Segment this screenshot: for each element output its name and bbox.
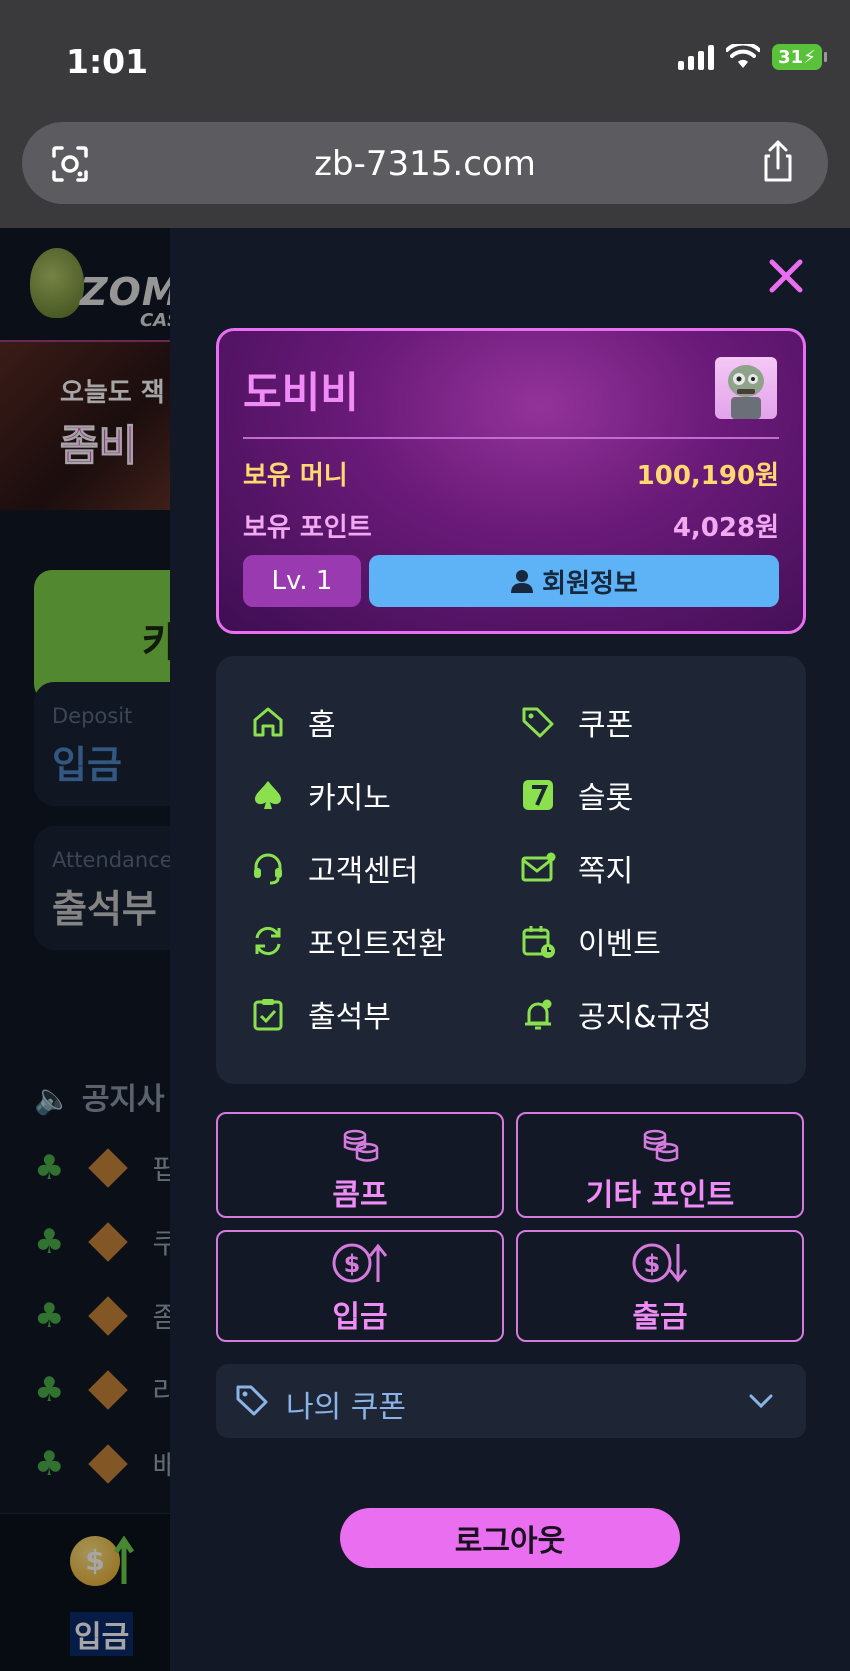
- zombie-avatar-icon: [728, 365, 764, 419]
- user-icon: [511, 570, 534, 593]
- profile-card: 도비비 보유 머니 100,190원 보유 포인트 4,028원 Lv. 1 회…: [216, 328, 806, 634]
- points-value: 4,028원: [672, 513, 779, 543]
- coins-icon: [643, 1129, 679, 1162]
- chevron-down-icon: [749, 1394, 773, 1409]
- comp-label: 콤프: [332, 1178, 388, 1213]
- other-points-button[interactable]: 기타 포인트: [516, 1112, 804, 1218]
- member-info-button[interactable]: 회원정보: [369, 555, 779, 607]
- status-icons: 31 ⚡: [678, 44, 827, 70]
- calendar-icon: [522, 926, 555, 958]
- avatar[interactable]: [715, 357, 777, 419]
- menu-item-coupon[interactable]: 쿠폰: [520, 700, 633, 744]
- bell-icon: [525, 999, 552, 1030]
- level-badge: Lv. 1: [243, 555, 361, 607]
- menu-item-support[interactable]: 고객센터: [250, 846, 418, 890]
- money-value: 100,190원: [636, 461, 779, 491]
- points-label: 보유 포인트: [243, 513, 372, 543]
- money-row: 보유 머니 100,190원: [243, 455, 779, 492]
- other-points-label: 기타 포인트: [585, 1178, 735, 1213]
- url-bar[interactable]: zb-7315.com: [22, 122, 828, 204]
- my-coupon-label: 나의 쿠폰: [286, 1390, 406, 1425]
- menu-label: 슬롯: [578, 781, 634, 816]
- menu-item-home[interactable]: 홈: [250, 700, 336, 744]
- slot-seven-icon: [523, 780, 553, 810]
- spade-icon: [255, 781, 281, 809]
- dollar-up-icon: $: [332, 1243, 388, 1283]
- profile-divider: [243, 437, 779, 439]
- menu-item-slot[interactable]: 슬롯: [520, 773, 633, 817]
- close-icon[interactable]: [764, 254, 808, 298]
- coins-icon: [343, 1129, 379, 1162]
- svg-text:$: $: [344, 1250, 361, 1278]
- menu-label: 쿠폰: [578, 708, 634, 743]
- menu-item-event[interactable]: 이벤트: [520, 919, 661, 963]
- deposit-label: 입금: [332, 1300, 388, 1335]
- menu-item-attendance[interactable]: 출석부: [250, 992, 391, 1036]
- menu-label: 이벤트: [578, 927, 661, 962]
- menu-panel: 홈 쿠폰 카지노 슬롯 고객센터 쪽지 포인트전환 이벤트 출석부 공지&규정: [216, 656, 806, 1084]
- refresh-icon: [255, 926, 281, 956]
- menu-item-message[interactable]: 쪽지: [520, 846, 633, 890]
- headset-icon: [254, 853, 282, 885]
- battery-icon: 31 ⚡: [772, 44, 827, 70]
- member-info-label: 회원정보: [542, 568, 638, 599]
- menu-label: 출석부: [308, 1000, 391, 1035]
- menu-label: 포인트전환: [308, 927, 446, 962]
- status-time: 1:01: [66, 42, 149, 81]
- battery-level: 31: [778, 46, 804, 68]
- username: 도비비: [243, 368, 359, 417]
- mail-icon: [521, 852, 556, 882]
- logout-button[interactable]: 로그아웃: [340, 1508, 680, 1568]
- deposit-button[interactable]: $ 입금: [216, 1230, 504, 1342]
- menu-label: 쪽지: [578, 854, 634, 889]
- share-icon[interactable]: [760, 140, 796, 184]
- svg-text:$: $: [644, 1250, 661, 1278]
- signal-icon: [678, 44, 714, 70]
- browser-chrome: 1:01 31 ⚡ zb-7315.com: [0, 0, 850, 228]
- wifi-icon: [726, 44, 760, 68]
- home-icon: [253, 707, 283, 737]
- url-text: zb-7315.com: [314, 144, 536, 184]
- overlay-dim[interactable]: [0, 228, 170, 1671]
- menu-label: 공지&규정: [578, 1000, 712, 1035]
- tag-icon: [236, 1385, 268, 1416]
- comp-button[interactable]: 콤프: [216, 1112, 504, 1218]
- side-drawer: 도비비 보유 머니 100,190원 보유 포인트 4,028원 Lv. 1 회…: [170, 228, 850, 1671]
- withdraw-button[interactable]: $ 출금: [516, 1230, 804, 1342]
- menu-item-point-convert[interactable]: 포인트전환: [250, 919, 446, 963]
- menu-label: 홈: [308, 708, 336, 743]
- tag-icon: [522, 707, 554, 738]
- menu-item-casino[interactable]: 카지노: [250, 773, 391, 817]
- menu-label: 카지노: [308, 781, 391, 816]
- money-label: 보유 머니: [243, 461, 348, 491]
- withdraw-label: 출금: [632, 1300, 688, 1335]
- clipboard-check-icon: [253, 999, 283, 1031]
- menu-label: 고객센터: [308, 854, 419, 889]
- screen: 1:01 31 ⚡ zb-7315.com ZOMB 오늘도 잭 좀비 카 De…: [0, 0, 850, 1671]
- menu-item-notice-rules[interactable]: 공지&규정: [520, 992, 712, 1036]
- dollar-down-icon: $: [632, 1243, 688, 1283]
- my-coupon-dropdown[interactable]: 나의 쿠폰: [216, 1364, 806, 1438]
- points-row: 보유 포인트 4,028원: [243, 507, 779, 544]
